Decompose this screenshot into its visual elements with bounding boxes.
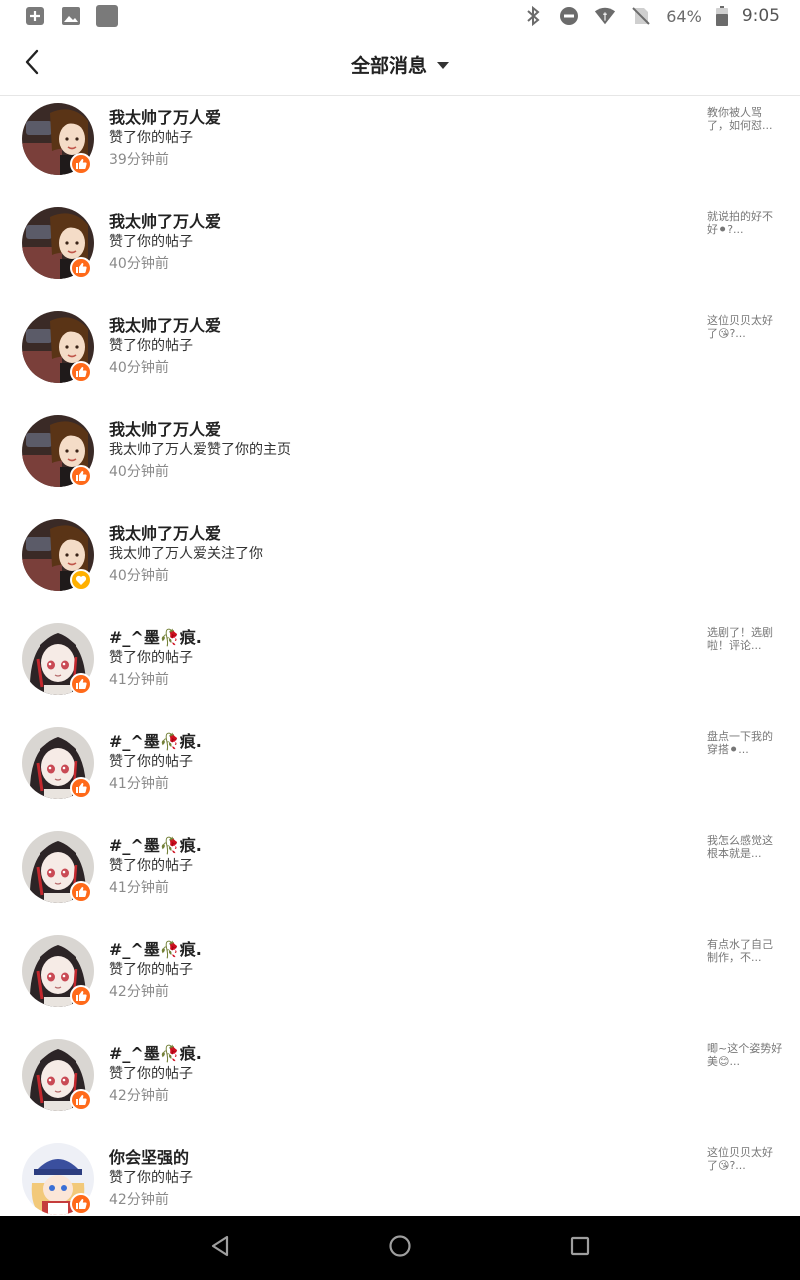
message-time: 42分钟前 [109,984,169,1000]
bluetooth-icon [522,5,544,27]
post-preview[interactable]: 教你被人骂了，如何怼... [707,106,783,132]
user-name[interactable]: 你会坚强的 [109,1144,189,1168]
post-preview[interactable]: 这位贝贝太好了😘?... [707,314,783,340]
thumbs-up-badge-icon [70,881,92,903]
image-icon [60,5,82,27]
message-action: 我太帅了万人爱赞了你的主页 [109,442,291,458]
user-name[interactable]: 我太帅了万人爱 [109,312,221,336]
message-time: 40分钟前 [109,360,169,376]
message-action: 赞了你的帖子 [109,754,193,770]
wifi-icon [594,5,616,27]
user-name[interactable]: #_^墨🥀痕. [109,936,202,960]
message-row[interactable]: 你会坚强的赞了你的帖子 42分钟前 这位贝贝太好了😘?... [0,1137,800,1216]
page-title: 全部消息 [350,54,427,77]
do-not-disturb-icon [558,5,580,27]
back-triangle-icon [209,1234,231,1262]
post-preview[interactable]: 唧~这个姿势好美😊... [707,1042,783,1068]
post-preview[interactable]: 选剧了！选剧啦！评论... [707,626,783,652]
message-row[interactable]: #_^墨🥀痕. 赞了你的帖子 41分钟前 我怎么感觉这根本就是... [0,825,800,929]
user-name[interactable]: 我太帅了万人爱 [109,208,221,232]
message-row[interactable]: #_^墨🥀痕. 赞了你的帖子 42分钟前 有点水了自己制作，不... [0,929,800,1033]
status-bar-right: 64% 9:05 [522,5,780,27]
add-box-icon [24,5,46,27]
message-action: 赞了你的帖子 [109,650,193,666]
status-time: 9:05 [741,6,780,26]
recents-square-icon [570,1236,590,1260]
message-action: 赞了你的帖子 [109,858,193,874]
user-name[interactable]: #_^墨🥀痕. [109,832,202,856]
thumbs-up-badge-icon [70,153,92,175]
heart-badge-icon [70,569,92,591]
post-preview[interactable]: 有点水了自己制作，不... [707,938,783,964]
message-time: 41分钟前 [109,672,169,688]
app-header: 全部消息 [0,32,800,96]
message-time: 40分钟前 [109,568,169,584]
message-row[interactable]: #_^墨🥀痕. 赞了你的帖子 41分钟前 选剧了！选剧啦！评论... [0,617,800,721]
title-dropdown[interactable]: 全部消息 [0,32,800,96]
message-time: 42分钟前 [109,1088,169,1104]
home-circle-icon [388,1234,412,1262]
thumbs-up-badge-icon [70,777,92,799]
post-preview[interactable]: 盘点一下我的穿搭⚫... [707,730,783,756]
post-preview[interactable]: 就说拍的好不好⚫?... [707,210,783,236]
message-time: 40分钟前 [109,256,169,272]
message-row[interactable]: 我太帅了万人爱赞了你的帖子 39分钟前 教你被人骂了，如何怼... [0,97,800,201]
nav-back-button[interactable] [200,1228,240,1268]
thumbs-up-badge-icon [70,1089,92,1111]
message-row[interactable]: 我太帅了万人爱赞了你的帖子 40分钟前 就说拍的好不好⚫?... [0,201,800,305]
message-action: 我太帅了万人爱关注了你 [109,546,263,562]
message-row[interactable]: 我太帅了万人爱我太帅了万人爱赞了你的主页 40分钟前 [0,409,800,513]
message-time: 41分钟前 [109,880,169,896]
nav-recents-button[interactable] [560,1228,600,1268]
message-action: 赞了你的帖子 [109,130,193,146]
user-name[interactable]: #_^墨🥀痕. [109,728,202,752]
user-name[interactable]: 我太帅了万人爱 [109,416,221,440]
message-time: 41分钟前 [109,776,169,792]
message-list[interactable]: 我太帅了万人爱 赞了你的帖子 39分钟前 教你被人骂了，如何怼... 我太帅了万人爱 赞了… [0,97,800,1216]
user-name[interactable]: 我太帅了万人爱 [109,520,221,544]
thumbs-up-badge-icon [70,361,92,383]
message-row[interactable]: #_^墨🥀痕. 赞了你的帖子 41分钟前 盘点一下我的穿搭⚫... [0,721,800,825]
caret-down-icon [437,61,449,69]
message-action: 赞了你的帖子 [109,1170,193,1186]
status-bar: 64% 9:05 [0,0,800,32]
thumbs-up-badge-icon [70,465,92,487]
battery-percent: 64% [666,6,702,26]
battery-icon [715,5,728,27]
message-row[interactable]: 我太帅了万人爱我太帅了万人爱关注了你 40分钟前 [0,513,800,617]
thumbs-up-badge-icon [70,985,92,1007]
no-sim-icon [630,5,652,27]
message-action: 赞了你的帖子 [109,234,193,250]
system-nav-bar [0,1216,800,1280]
message-time: 40分钟前 [109,464,169,480]
app-square-icon [96,5,118,27]
message-row[interactable]: #_^墨🥀痕. 赞了你的帖子 42分钟前 唧~这个姿势好美😊... [0,1033,800,1137]
user-name[interactable]: 我太帅了万人爱 [109,104,221,128]
post-preview[interactable]: 我怎么感觉这根本就是... [707,834,783,860]
message-action: 赞了你的帖子 [109,962,193,978]
message-time: 42分钟前 [109,1192,169,1208]
thumbs-up-badge-icon [70,257,92,279]
message-action: 赞了你的帖子 [109,338,193,354]
thumbs-up-badge-icon [70,1193,92,1215]
user-name[interactable]: #_^墨🥀痕. [109,624,202,648]
message-action: 赞了你的帖子 [109,1066,193,1082]
nav-home-button[interactable] [380,1228,420,1268]
status-bar-left [24,5,118,27]
user-name[interactable]: #_^墨🥀痕. [109,1040,202,1064]
post-preview[interactable]: 这位贝贝太好了😘?... [707,1146,783,1172]
message-row[interactable]: 我太帅了万人爱赞了你的帖子 40分钟前 这位贝贝太好了😘?... [0,305,800,409]
thumbs-up-badge-icon [70,673,92,695]
message-time: 39分钟前 [109,152,169,168]
